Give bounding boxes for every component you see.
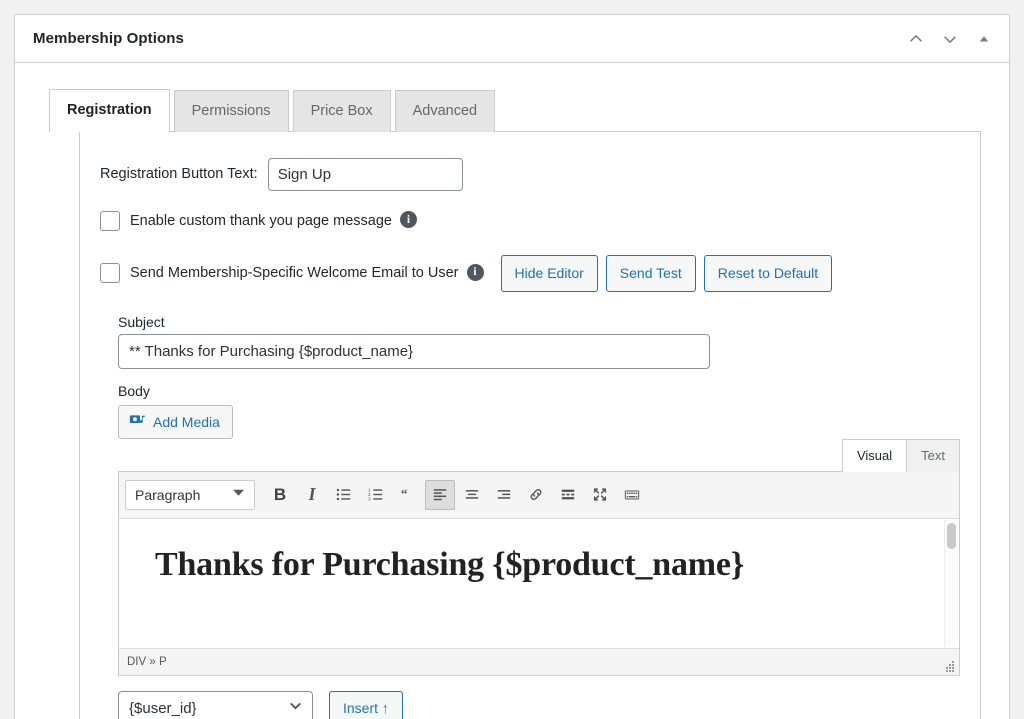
- fullscreen-icon[interactable]: [585, 480, 615, 510]
- tab-advanced[interactable]: Advanced: [394, 90, 496, 132]
- editor-box: Paragraph B I 1 2 3 “ Thanks for Purchas…: [118, 470, 960, 676]
- insert-variable-row: {$user_id} Insert ↑: [118, 690, 960, 719]
- registration-button-text-row: Registration Button Text:: [80, 157, 980, 191]
- editor-content-area[interactable]: Thanks for Purchasing {$product_name}: [119, 518, 959, 649]
- variable-select[interactable]: {$user_id}: [118, 690, 313, 719]
- keyboard-shortcuts-icon[interactable]: [617, 480, 647, 510]
- thank-you-message-label: Enable custom thank you page message: [130, 212, 392, 229]
- insert-button[interactable]: Insert ↑: [329, 691, 403, 719]
- email-actions-group: Hide Editor Send Test Reset to Default: [500, 254, 833, 292]
- screen-root: Membership Options Registration Permissi…: [0, 0, 1024, 719]
- numbered-list-icon[interactable]: 1 2 3: [361, 480, 391, 510]
- editor-toolbar: Paragraph B I 1 2 3 “: [119, 471, 959, 519]
- bullet-list-icon[interactable]: [329, 480, 359, 510]
- paragraph-format-select[interactable]: Paragraph: [125, 479, 255, 510]
- read-more-icon[interactable]: [553, 480, 583, 510]
- subject-label: Subject: [118, 313, 165, 330]
- info-icon[interactable]: i: [466, 263, 484, 281]
- align-center-icon[interactable]: [457, 480, 487, 510]
- registration-tab-panel: Registration Button Text: Enable custom …: [79, 130, 981, 719]
- element-path: DIV » P: [127, 655, 167, 668]
- tab-permissions[interactable]: Permissions: [173, 90, 289, 132]
- tab-price-box[interactable]: Price Box: [292, 90, 391, 132]
- welcome-email-row: Send Membership-Specific Welcome Email t…: [80, 254, 980, 292]
- add-media-button[interactable]: Add Media: [118, 404, 233, 439]
- thank-you-message-row: Enable custom thank you page message i: [80, 210, 980, 231]
- align-right-icon[interactable]: [489, 480, 519, 510]
- variable-select-wrapper: {$user_id}: [118, 690, 313, 719]
- add-media-label: Add Media: [153, 413, 220, 430]
- align-left-icon[interactable]: [425, 479, 455, 510]
- bold-button[interactable]: B: [265, 480, 295, 510]
- tab-visual[interactable]: Visual: [841, 438, 908, 472]
- tabs-region: Registration Permissions Price Box Advan…: [15, 63, 1009, 719]
- link-icon[interactable]: [521, 480, 551, 510]
- info-icon[interactable]: i: [399, 211, 417, 229]
- page-title: Membership Options: [33, 30, 184, 47]
- welcome-email-checkbox[interactable]: [100, 263, 120, 284]
- registration-button-text-input[interactable]: [267, 157, 463, 191]
- tab-list: Registration Permissions Price Box Advan…: [49, 89, 1009, 132]
- add-media-icon: [129, 412, 146, 432]
- panel-header: Membership Options: [15, 15, 1009, 63]
- format-select-wrapper: Paragraph: [125, 479, 255, 510]
- subject-input[interactable]: [118, 333, 710, 369]
- editor-scrollbar[interactable]: [944, 519, 958, 647]
- svg-text:3: 3: [368, 497, 371, 503]
- registration-button-text-label: Registration Button Text:: [100, 166, 258, 183]
- svg-text:“: “: [401, 486, 408, 501]
- editor-status-bar: DIV » P: [119, 648, 959, 675]
- panel-header-actions: [901, 24, 999, 54]
- membership-options-panel: Membership Options Registration Permissi…: [14, 14, 1010, 719]
- tab-text[interactable]: Text: [906, 438, 960, 472]
- blockquote-icon[interactable]: “: [393, 480, 423, 510]
- editor-mode-tabs: Visual Text: [118, 438, 960, 472]
- editor-heading-text: Thanks for Purchasing {$product_name}: [155, 545, 745, 583]
- editor-resize-handle[interactable]: [944, 660, 955, 672]
- move-up-icon[interactable]: [901, 24, 931, 54]
- hide-editor-button[interactable]: Hide Editor: [500, 254, 598, 292]
- thank-you-message-checkbox[interactable]: [100, 210, 120, 231]
- email-editor-section: Subject Body Add Media: [80, 314, 980, 719]
- italic-button[interactable]: I: [297, 480, 327, 510]
- body-label: Body: [118, 382, 150, 399]
- toggle-panel-icon[interactable]: [969, 24, 999, 54]
- wp-editor: Visual Text Paragraph B I 1 2 3 “ Thanks…: [118, 438, 960, 676]
- editor-scrollbar-thumb[interactable]: [947, 522, 956, 549]
- move-down-icon[interactable]: [935, 24, 965, 54]
- reset-to-default-button[interactable]: Reset to Default: [703, 254, 833, 292]
- send-test-button[interactable]: Send Test: [605, 254, 696, 292]
- tab-registration[interactable]: Registration: [49, 89, 170, 132]
- welcome-email-label: Send Membership-Specific Welcome Email t…: [130, 265, 459, 282]
